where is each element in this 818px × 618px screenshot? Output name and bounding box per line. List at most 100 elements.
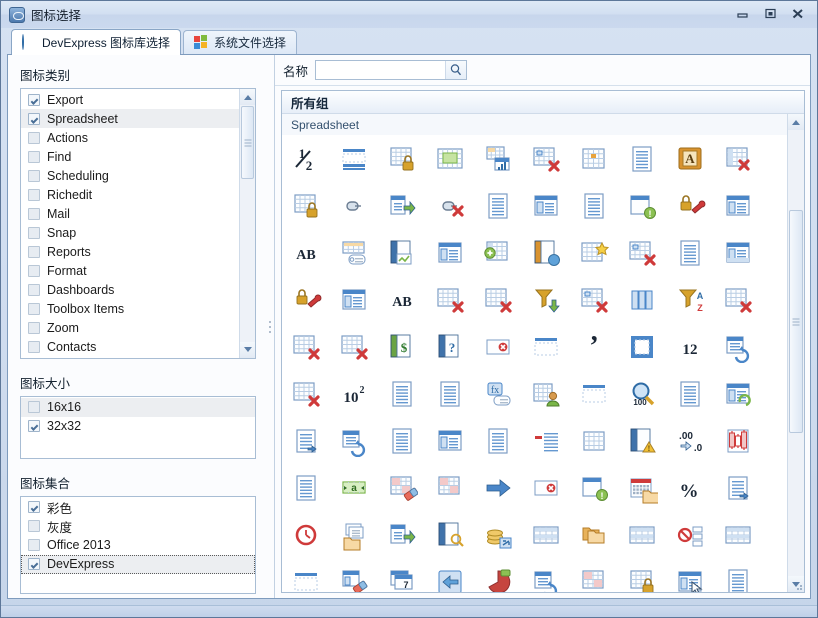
table-lock3-icon[interactable] [618,558,666,592]
table-delete2-icon[interactable] [330,323,378,370]
resize-grip[interactable] [793,581,802,590]
checkbox-icon[interactable] [28,302,40,315]
search-input[interactable] [316,61,446,79]
category-row[interactable]: Export [21,90,239,109]
zoom-100-icon[interactable]: 100 [618,370,666,417]
link-icon[interactable] [330,182,378,229]
export-arrow-right-icon[interactable] [378,511,426,558]
outdent-icon[interactable] [522,417,570,464]
checkbox-icon[interactable] [28,188,40,201]
checkbox-icon[interactable] [28,283,40,296]
book-chart-icon[interactable] [378,229,426,276]
book-globe-icon[interactable] [522,229,570,276]
category-row[interactable]: Conditional Formatting [21,356,239,358]
table-colors-icon[interactable] [570,558,618,592]
cell-delete-x-icon[interactable] [282,370,330,417]
checkbox-icon[interactable] [28,169,40,182]
scroll-down-icon[interactable] [240,341,255,358]
cell-text-a-icon[interactable]: a [330,464,378,511]
windows-7-icon[interactable]: 7 [378,558,426,592]
categories-scrollbar[interactable] [239,89,255,358]
scroll-up-icon[interactable] [240,89,255,105]
table-rows-icon[interactable] [522,511,570,558]
table-orange-cell-icon[interactable] [570,135,618,182]
scrollbar-thumb[interactable] [789,210,803,433]
checkbox-icon[interactable] [28,401,40,414]
pie-callout-icon[interactable] [474,558,522,592]
filter-down-icon[interactable] [522,276,570,323]
checkbox-icon[interactable] [28,420,40,433]
table-lock2-icon[interactable] [282,182,330,229]
bold-ab-icon[interactable]: AB [378,276,426,323]
lock-red-key-icon[interactable] [282,276,330,323]
formula-fx-icon[interactable]: fx [474,370,522,417]
table-x-icon[interactable] [282,323,330,370]
column-delete-icon[interactable] [714,135,762,182]
checkbox-icon[interactable] [28,264,40,277]
table-cell-delete-icon[interactable] [618,229,666,276]
columns-three-icon[interactable] [618,276,666,323]
framed-cell-icon[interactable] [618,323,666,370]
document-grid2-icon[interactable] [426,370,474,417]
table-card-icon[interactable] [330,229,378,276]
money-green-book-icon[interactable]: $ [378,323,426,370]
window-status-icon[interactable] [714,229,762,276]
document-table-icon[interactable] [570,417,618,464]
icon-grid[interactable]: 12A!ABABAZ$?’12102fx100!.00.0a!%7Σ€$% [282,135,787,592]
comma-icon[interactable]: ’ [570,323,618,370]
category-row[interactable]: Scheduling [21,166,239,185]
table-green-area-icon[interactable] [426,135,474,182]
table-refresh-icon[interactable] [714,323,762,370]
window-layout-icon[interactable] [714,182,762,229]
window-eraser-icon[interactable] [330,558,378,592]
window-panels-icon[interactable] [522,182,570,229]
checkbox-icon[interactable] [28,112,40,125]
half-fraction-icon[interactable]: 12 [282,135,330,182]
table-star-icon[interactable] [570,229,618,276]
document-list2-icon[interactable] [570,182,618,229]
book-letter-a-icon[interactable]: A [666,135,714,182]
window-card-icon[interactable] [426,417,474,464]
dashed-table-icon[interactable] [522,323,570,370]
clock-red-icon[interactable] [282,511,330,558]
set-row[interactable]: Office 2013 [21,536,255,555]
tab-devexpress-gallery[interactable]: DevExpress 图标库选择 [11,29,182,55]
categories-listbox[interactable]: Export Spreadsheet Actions Find Scheduling Ri… [20,88,256,359]
text-ab-icon[interactable]: AB [282,229,330,276]
scrollbar-thumb[interactable] [241,106,254,179]
grid-scrollbar[interactable] [787,114,804,592]
book-question-icon[interactable]: ? [426,323,474,370]
checkbox-icon[interactable] [28,558,40,571]
category-row[interactable]: Toolbox Items [21,299,239,318]
split-table-icon[interactable] [330,135,378,182]
close-icon[interactable] [785,4,811,23]
checkbox-icon[interactable] [28,321,40,334]
checkbox-icon[interactable] [28,340,40,353]
maximize-icon[interactable] [757,4,783,23]
window-frame-icon[interactable] [330,276,378,323]
table-delete-icon[interactable] [474,276,522,323]
set-row[interactable]: 彩色 [21,498,255,517]
checkbox-icon[interactable] [28,131,40,144]
book-search-icon[interactable] [426,511,474,558]
sizes-listbox[interactable]: 16x16 32x32 [20,395,256,459]
power-ten-icon[interactable]: 10 2 [330,370,378,417]
checkbox-icon[interactable] [28,226,40,239]
table-rotate-icon[interactable] [330,417,378,464]
document-rows2-icon[interactable] [474,417,522,464]
document-list-icon[interactable] [474,182,522,229]
table-column-x-icon[interactable] [714,276,762,323]
category-row[interactable]: Spreadsheet [21,109,239,128]
minimize-icon[interactable] [729,4,755,23]
document-paragraph-icon[interactable] [714,464,762,511]
document-lines2-icon[interactable] [666,229,714,276]
category-row[interactable]: Richedit [21,185,239,204]
table-import-icon[interactable] [522,558,570,592]
arrow-right-blue-icon[interactable] [474,464,522,511]
checkbox-icon[interactable] [28,93,40,106]
tab-system-file[interactable]: 系统文件选择 [183,30,298,54]
pane-splitter[interactable] [266,55,274,598]
size-row[interactable]: 16x16 [21,397,255,417]
window-stop-icon[interactable] [474,323,522,370]
scroll-up-icon[interactable] [788,114,804,130]
